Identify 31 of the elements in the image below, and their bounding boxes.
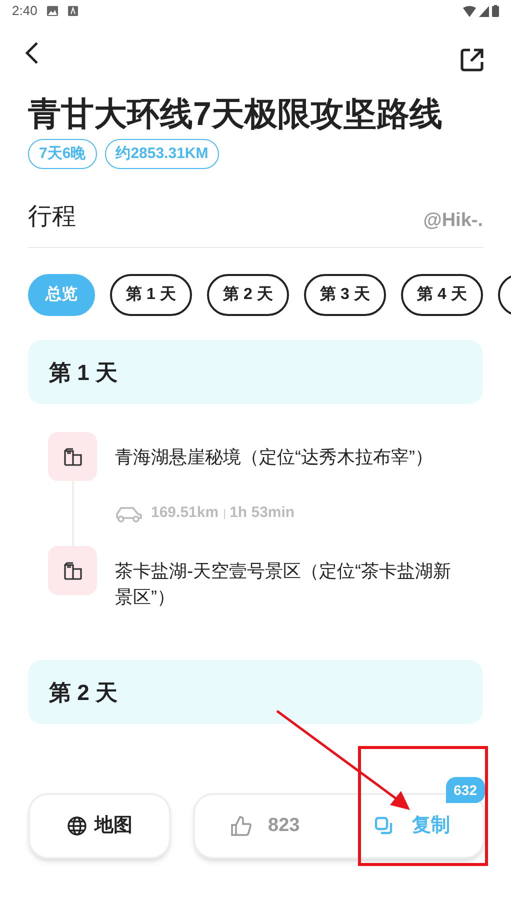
- status-time: 2:40: [12, 2, 38, 20]
- thumbs-up-icon: [230, 815, 252, 837]
- day-header: 第 1 天: [28, 340, 483, 404]
- stop-name[interactable]: 茶卡盐湖-天空壹号景区（定位“茶卡盐湖新景区”）: [115, 546, 483, 610]
- leg-distance: 169.51km: [151, 503, 219, 524]
- route-title: 青甘大环线7天极限攻坚路线: [28, 94, 444, 134]
- day-header: 第 2 天: [28, 660, 483, 724]
- day-tab[interactable]: 第 3 天: [304, 274, 386, 316]
- day-tab[interactable]: 第 1 天: [110, 274, 192, 316]
- section-title: 行程: [28, 202, 76, 232]
- back-icon[interactable]: [24, 41, 40, 65]
- copy-icon: [374, 816, 394, 836]
- battery-icon: [492, 5, 499, 17]
- copy-count-badge: 632: [446, 777, 485, 803]
- share-icon[interactable]: [459, 47, 485, 73]
- day-tab[interactable]: 第 4 天: [401, 274, 483, 316]
- wifi-icon: [463, 6, 476, 16]
- image-icon: [47, 6, 58, 16]
- tag: 7天6晚: [28, 139, 97, 169]
- author-name: @Hik-.: [423, 208, 483, 232]
- signal-icon: [479, 6, 489, 16]
- leg-duration: 1h 53min: [230, 503, 295, 524]
- stop-name[interactable]: 青海湖悬崖秘境（定位“达秀木拉布宰”）: [115, 432, 461, 470]
- day-tab[interactable]: 第 2 天: [207, 274, 289, 316]
- notification-icon: [68, 6, 78, 16]
- landmark-icon: [62, 560, 84, 582]
- landmark-icon: [62, 446, 84, 468]
- car-icon: [115, 504, 143, 522]
- map-button[interactable]: 地图: [28, 793, 171, 859]
- globe-icon: [66, 816, 86, 836]
- tag: 约2853.31KM: [104, 139, 220, 169]
